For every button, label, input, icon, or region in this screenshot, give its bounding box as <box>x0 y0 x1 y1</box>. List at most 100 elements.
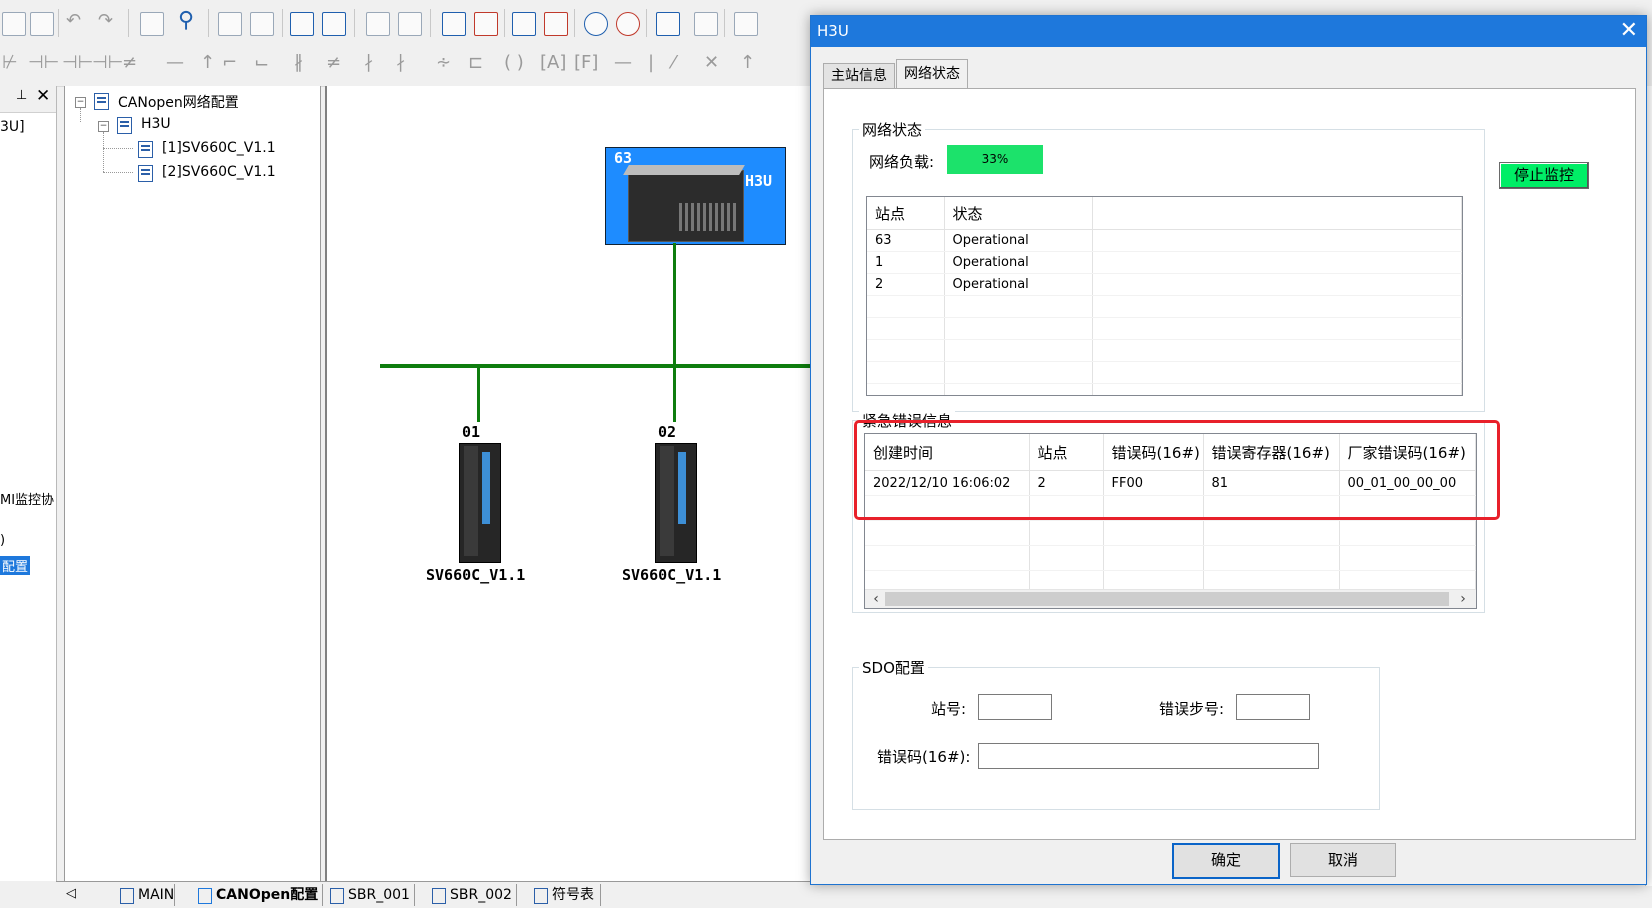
edit-icon[interactable] <box>656 12 680 36</box>
tab-master-info[interactable]: 主站信息 <box>823 63 895 88</box>
pin-icon[interactable]: ⊥ <box>16 88 27 103</box>
vline-icon[interactable]: ↑ <box>200 52 215 73</box>
tab-sbr-002[interactable]: SBR_002 <box>428 884 517 906</box>
pulse-icon[interactable]: ∦ <box>294 52 303 73</box>
partial-text-selected[interactable]: 配置 <box>0 556 31 575</box>
tab-main[interactable]: MAIN <box>116 884 176 906</box>
func-icon[interactable]: ⊏ <box>468 52 483 73</box>
arrow-up-icon[interactable]: ↑ <box>740 52 755 73</box>
tab-sbr-001[interactable]: SBR_001 <box>326 884 415 906</box>
scroll-right-icon[interactable]: › <box>1454 590 1472 608</box>
vertical-icon[interactable]: | <box>648 52 654 73</box>
contact-no-icon[interactable]: ⊣⊢ <box>28 52 59 73</box>
slave-1-bus-link <box>477 368 480 422</box>
slave-1-name: SV660C_V1.1 <box>426 566 526 584</box>
coil-f-icon[interactable]: [F] <box>574 52 598 73</box>
cell-station: 1 <box>867 251 945 274</box>
contact-parallel-icon[interactable]: ⊣⊢ <box>92 52 123 73</box>
search-icon[interactable]: ⚲ <box>178 8 194 33</box>
compile-all-icon[interactable] <box>398 12 422 36</box>
window-icon[interactable] <box>290 12 314 36</box>
h3u-dialog: H3U ✕ 主站信息 网络状态 网络状态 网络负载: 33% 站点 状态 63 … <box>810 15 1647 885</box>
master-icon <box>117 117 132 134</box>
print-icon[interactable] <box>250 12 274 36</box>
delete-vertical-icon[interactable]: ✕ <box>704 52 719 73</box>
scroll-left-icon[interactable]: ◁ <box>66 886 76 901</box>
stop-monitor-button[interactable]: 停止监控 <box>1499 162 1589 189</box>
tree-root[interactable]: CANopen网络配置 <box>118 92 239 112</box>
slave-2-drive-image[interactable] <box>655 443 697 563</box>
run-icon[interactable] <box>442 12 466 36</box>
station-label: 站号: <box>931 700 967 718</box>
slave-2-bus-link <box>673 368 676 422</box>
scrollbar-thumb[interactable] <box>885 592 1449 606</box>
table-row-empty <box>867 361 1462 384</box>
toolbar-separator <box>354 9 355 37</box>
invert-icon[interactable]: ∻ <box>436 52 451 73</box>
network-load-bar: 33% <box>947 145 1043 174</box>
master-plc[interactable]: 63 H3U <box>605 147 786 245</box>
rising-icon[interactable]: ∤ <box>364 52 373 73</box>
stop-icon[interactable] <box>474 12 498 36</box>
monitor-icon[interactable] <box>584 12 608 36</box>
table-row[interactable]: 63 Operational <box>867 229 1462 252</box>
write-icon[interactable] <box>694 12 718 36</box>
station-input[interactable] <box>978 694 1052 720</box>
cancel-button[interactable]: 取消 <box>1290 843 1396 877</box>
table-row-empty <box>867 295 1462 318</box>
toolbar-separator <box>574 9 575 37</box>
tree-slave-1[interactable]: [1]SV660C_V1.1 <box>162 140 276 156</box>
compile-icon[interactable] <box>366 12 390 36</box>
ok-button[interactable]: 确定 <box>1172 843 1280 879</box>
copy-icon[interactable] <box>2 12 26 36</box>
branch-end-icon[interactable]: ⌙ <box>254 52 269 73</box>
falling-icon[interactable]: ∤ <box>396 52 405 73</box>
horizontal-scrollbar[interactable]: ‹ › <box>865 589 1476 608</box>
toolbar-separator <box>646 9 647 37</box>
tab-canopen[interactable]: CANOpen配置 <box>194 884 324 906</box>
partial-text: 3U] <box>0 119 25 135</box>
slave-1-drive-image[interactable] <box>459 443 501 563</box>
contact-icon[interactable]: ⊬ <box>2 52 18 73</box>
table-header-row: 站点 状态 <box>867 197 1462 230</box>
table-row[interactable]: 2 Operational <box>867 273 1462 296</box>
pulse-nc-icon[interactable]: ≠ <box>326 52 341 73</box>
collapse-icon[interactable]: − <box>75 97 86 108</box>
paste-icon[interactable] <box>30 12 54 36</box>
settings-icon[interactable] <box>734 12 758 36</box>
branch-icon[interactable]: ⌐ <box>222 52 237 73</box>
download-icon[interactable] <box>512 12 536 36</box>
ladder-toolbar: ⊬ ⊣⊢ ⊣⊢ ⊣⊢ ≠ — ↑ ⌐ ⌙ ∦ ≠ ∤ ∤ ∻ ⊏ ( ) [A]… <box>0 46 820 87</box>
error-code-input[interactable] <box>978 743 1319 769</box>
tab-network-status[interactable]: 网络状态 <box>896 59 968 88</box>
tree-slave-2[interactable]: [2]SV660C_V1.1 <box>162 164 276 180</box>
close-pane-icon[interactable]: ✕ <box>36 86 50 106</box>
collapse-icon[interactable]: − <box>98 121 109 132</box>
tab-symbol-table[interactable]: 符号表 <box>530 884 601 906</box>
hline-icon[interactable]: — <box>166 52 184 73</box>
print-preview-icon[interactable] <box>218 12 242 36</box>
slave-icon <box>138 165 153 182</box>
toolbar-separator <box>282 9 283 37</box>
table-row[interactable]: 1 Operational <box>867 251 1462 274</box>
toolbar-separator <box>724 9 725 37</box>
station-status-table: 站点 状态 63 Operational 1 Operational 2 Ope… <box>866 196 1463 396</box>
scroll-left-icon[interactable]: ‹ <box>867 590 885 608</box>
undo-icon[interactable]: ↶ <box>66 10 81 31</box>
delete-icon[interactable] <box>140 12 164 36</box>
coil-a-icon[interactable]: [A] <box>540 52 566 73</box>
close-icon[interactable]: ✕ <box>1620 18 1638 44</box>
coil-icon[interactable]: ( ) <box>504 52 524 73</box>
line-icon[interactable]: — <box>614 52 632 73</box>
delete-line-icon[interactable]: ⁄ <box>672 52 675 73</box>
slave-1-id: 01 <box>462 423 481 441</box>
upload-icon[interactable] <box>544 12 568 36</box>
contact-nc-icon[interactable]: ⊣⊢ <box>62 52 93 73</box>
trace-icon[interactable] <box>616 12 640 36</box>
redo-icon[interactable]: ↷ <box>98 10 113 31</box>
contact-parallel-nc-icon[interactable]: ≠ <box>122 52 137 73</box>
error-step-input[interactable] <box>1236 694 1310 720</box>
window-export-icon[interactable] <box>322 12 346 36</box>
tree-master[interactable]: H3U <box>141 116 171 132</box>
cell-status: Operational <box>944 251 1093 274</box>
